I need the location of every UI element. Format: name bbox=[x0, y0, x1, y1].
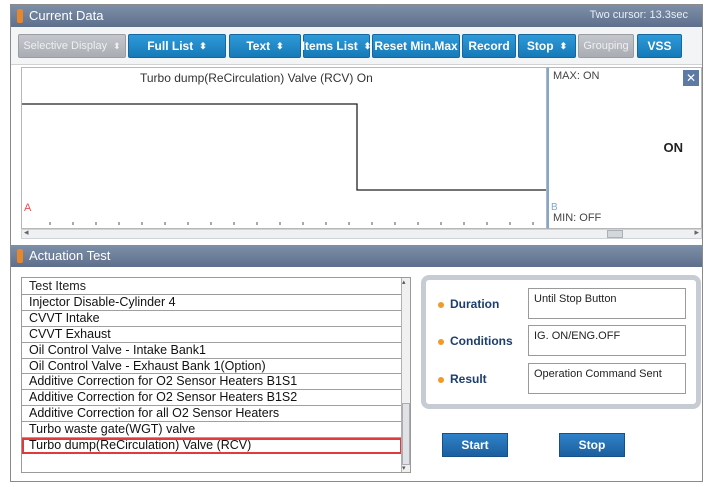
record-button[interactable]: Record bbox=[462, 34, 516, 58]
section-marker-icon bbox=[17, 249, 23, 263]
result-value: Operation Command Sent bbox=[528, 363, 686, 394]
test-item[interactable]: Oil Control Valve - Exhaust Bank 1(Optio… bbox=[22, 359, 402, 375]
current-value: ON bbox=[663, 140, 684, 155]
bullet-icon bbox=[438, 377, 444, 383]
grouping-button[interactable]: Grouping bbox=[578, 34, 634, 58]
bullet-icon bbox=[438, 302, 444, 308]
actuation-test-title: Actuation Test bbox=[29, 248, 111, 263]
test-items-body: Injector Disable-Cylinder 4 CVVT Intake CV… bbox=[22, 295, 410, 454]
graph-area[interactable]: Turbo dump(ReCirculation) Valve (RCV) On… bbox=[21, 67, 547, 229]
conditions-label: Conditions bbox=[450, 334, 513, 348]
current-data-title: Current Data bbox=[29, 8, 104, 23]
text-label: Text bbox=[246, 39, 271, 53]
conditions-value: IG. ON/ENG.OFF bbox=[528, 325, 686, 356]
test-info-panel: Duration Until Stop Button Conditions IG… bbox=[421, 275, 701, 409]
spinner-icon: ⬍ bbox=[363, 40, 372, 51]
duration-value: Until Stop Button bbox=[528, 288, 686, 319]
start-button[interactable]: Start bbox=[442, 433, 508, 457]
selective-display-button[interactable]: Selective Display ⬍ bbox=[18, 34, 126, 58]
signal-plot bbox=[22, 103, 546, 225]
test-item[interactable]: Additive Correction for all O2 Sensor He… bbox=[22, 406, 402, 423]
cursor-readout: Two cursor: 13.3sec bbox=[589, 9, 688, 21]
vss-button[interactable]: VSS bbox=[637, 34, 682, 58]
signal-line bbox=[22, 103, 546, 191]
spinner-icon: ⬍ bbox=[113, 40, 121, 51]
min-value: MIN: OFF bbox=[553, 212, 602, 224]
value-panel: MAX: ON ✕ ON B MIN: OFF bbox=[547, 67, 702, 229]
current-data-header: Current Data Two cursor: 13.3sec bbox=[11, 5, 702, 27]
test-item[interactable]: Additive Correction for O2 Sensor Heater… bbox=[22, 390, 402, 407]
conditions-row: Conditions IG. ON/ENG.OFF bbox=[434, 325, 694, 357]
toolbar: Selective Display ⬍ Full List ⬍ Text ⬍ I… bbox=[11, 27, 702, 65]
test-item[interactable]: Injector Disable-Cylinder 4 bbox=[22, 295, 402, 311]
spinner-icon: ⬍ bbox=[276, 40, 284, 51]
duration-label: Duration bbox=[450, 297, 500, 311]
result-row: Result Operation Command Sent bbox=[434, 363, 694, 395]
test-item[interactable]: Turbo waste gate(WGT) valve bbox=[22, 422, 402, 439]
reset-min-max-button[interactable]: Reset Min.Max bbox=[372, 34, 460, 58]
selective-display-label: Selective Display bbox=[23, 40, 108, 52]
section-marker-icon bbox=[17, 9, 23, 23]
items-list-label: Items List bbox=[301, 39, 358, 53]
vertical-scrollbar[interactable]: ▴ ▾ bbox=[401, 278, 410, 472]
stop-record-button[interactable]: Stop ⬍ bbox=[518, 34, 576, 58]
full-list-label: Full List bbox=[147, 39, 194, 53]
test-items-header: Test Items bbox=[22, 278, 410, 295]
scroll-left-icon[interactable]: ◂ bbox=[24, 228, 29, 238]
scroll-right-icon[interactable]: ▸ bbox=[694, 228, 699, 238]
test-item[interactable]: Oil Control Valve - Intake Bank1 bbox=[22, 343, 402, 359]
full-list-button[interactable]: Full List ⬍ bbox=[128, 34, 226, 58]
test-item[interactable]: Turbo dump(ReCirculation) Valve (RCV) bbox=[22, 438, 402, 454]
test-item[interactable]: CVVT Exhaust bbox=[22, 327, 402, 343]
cursor-a-label: A bbox=[24, 202, 32, 214]
test-item[interactable]: Additive Correction for O2 Sensor Heater… bbox=[22, 374, 402, 391]
duration-row: Duration Until Stop Button bbox=[434, 288, 694, 320]
main-frame: Current Data Two cursor: 13.3sec Selecti… bbox=[10, 4, 703, 482]
scroll-thumb[interactable] bbox=[607, 230, 623, 238]
spinner-icon: ⬍ bbox=[199, 40, 207, 51]
bullet-icon bbox=[438, 339, 444, 345]
result-label: Result bbox=[450, 372, 487, 386]
close-icon[interactable]: ✕ bbox=[683, 70, 699, 86]
test-item[interactable]: CVVT Intake bbox=[22, 311, 402, 327]
actuation-test-header: Actuation Test bbox=[11, 245, 702, 267]
scroll-up-icon[interactable]: ▴ bbox=[402, 278, 406, 286]
horizontal-scrollbar[interactable]: ◂ ▸ bbox=[21, 228, 702, 239]
spinner-icon: ⬍ bbox=[559, 40, 568, 51]
max-value: MAX: ON bbox=[553, 70, 600, 82]
scroll-down-icon[interactable]: ▾ bbox=[402, 464, 406, 472]
stop-button[interactable]: Stop bbox=[559, 433, 625, 457]
items-list-button[interactable]: Items List ⬍ bbox=[301, 34, 372, 58]
test-items-list: Test Items Injector Disable-Cylinder 4 CV… bbox=[21, 277, 411, 473]
vertical-scroll-thumb[interactable] bbox=[402, 403, 410, 465]
stop-label: Stop bbox=[526, 39, 554, 53]
text-button[interactable]: Text ⬍ bbox=[229, 34, 301, 58]
